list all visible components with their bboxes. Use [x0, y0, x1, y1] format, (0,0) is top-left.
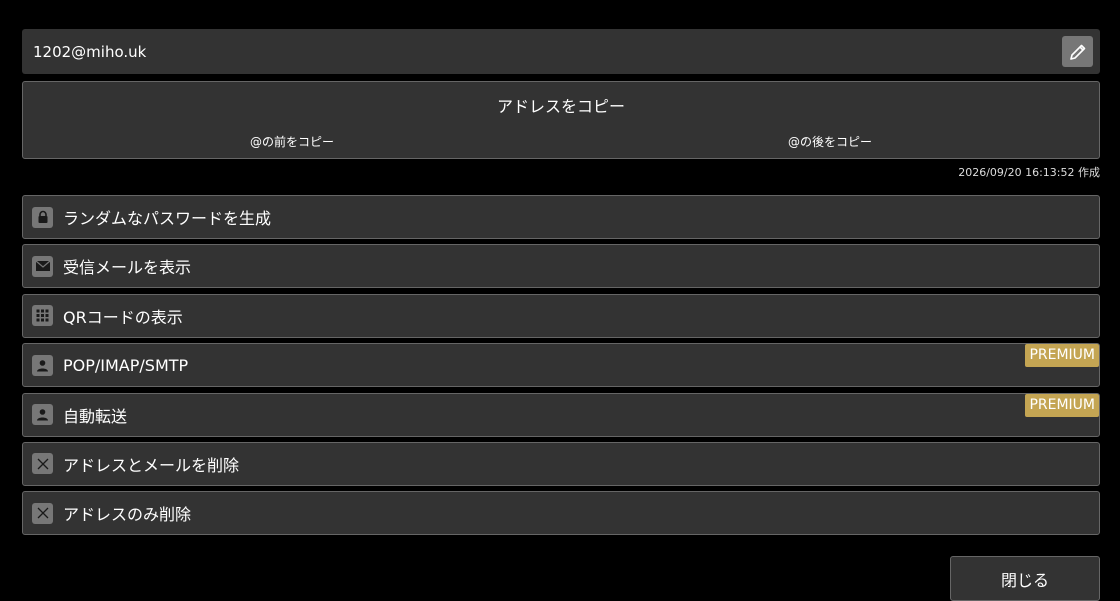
menu-label: 受信メールを表示 — [63, 258, 192, 278]
edit-button[interactable] — [1062, 36, 1093, 67]
premium-badge: PREMIUM — [1025, 393, 1099, 417]
address-text: 1202@miho.uk — [33, 42, 147, 61]
close-button[interactable]: 閉じる — [950, 556, 1100, 601]
copy-after-at-button[interactable]: @の後をコピー — [561, 133, 1099, 150]
created-timestamp: 2026/09/20 16:13:52 作成 — [958, 166, 1100, 179]
address-detail-dialog: 1202@miho.uk アドレスをコピー @の前をコピー @の後をコピー 20… — [0, 0, 1120, 601]
menu-label: アドレスのみ削除 — [63, 505, 192, 525]
delete-address-only-button[interactable]: アドレスのみ削除 — [22, 491, 1100, 536]
generate-password-button[interactable]: ランダムなパスワードを生成 — [22, 195, 1100, 239]
copy-address-button[interactable]: アドレスをコピー — [23, 93, 1099, 117]
close-icon — [37, 507, 48, 519]
copy-before-at-button[interactable]: @の前をコピー — [23, 133, 561, 150]
show-qr-button[interactable]: QRコードの表示 — [22, 293, 1100, 338]
pop-imap-smtp-button[interactable]: POP/IMAP/SMTP PREMIUM — [22, 343, 1100, 388]
action-menu: ランダムなパスワードを生成 受信メールを表示 QRコードの表示 POP/IMAP… — [22, 195, 1100, 541]
user-icon — [37, 359, 48, 372]
envelope-icon — [35, 260, 50, 272]
view-inbox-button[interactable]: 受信メールを表示 — [22, 244, 1100, 289]
copy-panel: アドレスをコピー @の前をコピー @の後をコピー — [22, 81, 1100, 159]
auto-forward-button[interactable]: 自動転送 PREMIUM — [22, 392, 1100, 437]
address-field: 1202@miho.uk — [22, 29, 1100, 74]
menu-label: QRコードの表示 — [63, 307, 183, 327]
menu-label: ランダムなパスワードを生成 — [63, 209, 272, 228]
premium-badge: PREMIUM — [1025, 344, 1099, 368]
lock-icon — [38, 210, 47, 223]
grid-icon — [36, 309, 49, 322]
close-icon — [37, 458, 48, 470]
delete-address-and-mail-button[interactable]: アドレスとメールを削除 — [22, 441, 1100, 486]
pencil-icon — [1069, 44, 1085, 60]
menu-label: 自動転送 — [63, 406, 128, 426]
menu-label: アドレスとメールを削除 — [63, 455, 240, 475]
menu-label: POP/IMAP/SMTP — [63, 355, 189, 375]
user-icon — [37, 409, 48, 421]
